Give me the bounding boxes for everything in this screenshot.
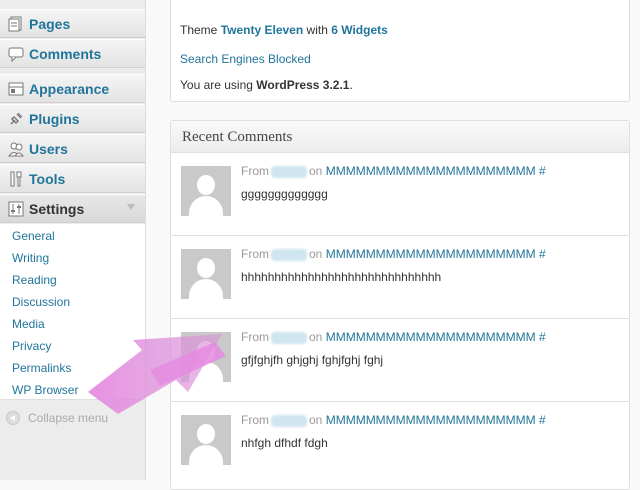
from-label: From xyxy=(241,247,269,261)
blurred-author xyxy=(271,414,307,427)
comment-item: From on MMMMMMMMMMMMMMMMMMMMM # ggggggggg… xyxy=(171,153,629,236)
submenu-item-general[interactable]: General xyxy=(12,229,55,243)
version-suffix: . xyxy=(349,78,353,92)
post-link[interactable]: MMMMMMMMMMMMMMMMMMMMM # xyxy=(326,413,546,427)
submenu-item-discussion[interactable]: Discussion xyxy=(12,295,70,309)
avatar xyxy=(181,166,231,216)
avatar xyxy=(181,415,231,465)
submenu-item-permalinks[interactable]: Permalinks xyxy=(12,361,71,375)
appearance-icon xyxy=(7,80,25,98)
version-line: You are using WordPress 3.2.1. xyxy=(180,78,353,92)
collapse-arrow-icon xyxy=(6,411,20,425)
menu-item-label: Settings xyxy=(29,200,85,217)
menu-item-label: Users xyxy=(29,140,68,157)
from-label: From xyxy=(241,413,269,427)
pages-icon xyxy=(7,15,25,33)
comments-icon xyxy=(7,45,25,63)
comment-text: nhfgh dfhdf fdgh xyxy=(241,436,328,450)
theme-prefix: Theme xyxy=(180,23,218,37)
menu-item-plugins[interactable]: Plugins xyxy=(0,104,145,133)
admin-sidebar: Pages Comments Appearance Plugins Users … xyxy=(0,0,146,480)
avatar xyxy=(181,332,231,382)
comment-item: From on MMMMMMMMMMMMMMMMMMMMM # gfjfghjfh… xyxy=(171,319,629,402)
blurred-author xyxy=(271,248,307,261)
menu-item-appearance[interactable]: Appearance xyxy=(0,74,145,103)
menu-item-pages[interactable]: Pages xyxy=(0,9,145,38)
submenu-item-writing[interactable]: Writing xyxy=(12,251,49,265)
post-link[interactable]: MMMMMMMMMMMMMMMMMMMMM # xyxy=(326,330,546,344)
comment-text: ggggggggggggg xyxy=(241,187,328,201)
menu-item-label: Plugins xyxy=(29,110,80,127)
from-label: From xyxy=(241,164,269,178)
comment-meta: From on MMMMMMMMMMMMMMMMMMMMM # xyxy=(241,164,546,178)
menu-item-label: Tools xyxy=(29,170,66,187)
comment-text: hhhhhhhhhhhhhhhhhhhhhhhhhhhhhh xyxy=(241,270,442,284)
on-label: on xyxy=(309,247,323,261)
right-now-widget: Theme Twenty Eleven with 6 Widgets Searc… xyxy=(170,0,630,102)
version-prefix: You are using xyxy=(180,78,253,92)
submenu-item-media[interactable]: Media xyxy=(12,317,45,331)
comment-meta: From on MMMMMMMMMMMMMMMMMMMMM # xyxy=(241,413,546,427)
menu-item-settings[interactable]: Settings xyxy=(0,194,145,223)
recent-comments-widget: Recent Comments From on MMMMMMMMMMMMMMMMM… xyxy=(170,120,630,490)
submenu-item-reading[interactable]: Reading xyxy=(12,273,57,287)
collapse-menu-label: Collapse menu xyxy=(28,411,109,425)
on-label: on xyxy=(309,413,323,427)
comment-item: From on MMMMMMMMMMMMMMMMMMMMM # nhfgh dfh… xyxy=(171,402,629,485)
theme-line: Theme Twenty Eleven with 6 Widgets xyxy=(180,23,388,37)
comment-meta: From on MMMMMMMMMMMMMMMMMMMMM # xyxy=(241,247,546,261)
theme-link[interactable]: Twenty Eleven xyxy=(221,23,303,37)
submenu-item-privacy[interactable]: Privacy xyxy=(12,339,51,353)
settings-icon xyxy=(7,200,25,218)
on-label: on xyxy=(309,164,323,178)
settings-submenu: General Writing Reading Discussion Media… xyxy=(0,224,145,400)
post-link[interactable]: MMMMMMMMMMMMMMMMMMMMM # xyxy=(326,164,546,178)
menu-item-comments[interactable]: Comments xyxy=(0,39,145,68)
avatar xyxy=(181,249,231,299)
submenu-item-wp-browser[interactable]: WP Browser xyxy=(12,383,78,397)
dashboard-main: Theme Twenty Eleven with 6 Widgets Searc… xyxy=(146,0,640,490)
plugins-icon xyxy=(7,110,25,128)
blurred-author xyxy=(271,165,307,178)
collapse-menu-button[interactable]: Collapse menu xyxy=(6,411,108,425)
menu-item-label: Appearance xyxy=(29,80,110,97)
with-text: with xyxy=(306,23,328,37)
menu-item-tools[interactable]: Tools xyxy=(0,164,145,193)
menu-item-label: Pages xyxy=(29,15,71,32)
search-engines-blocked-link[interactable]: Search Engines Blocked xyxy=(180,52,311,66)
comment-item: From on MMMMMMMMMMMMMMMMMMMMM # hhhhhhhhh… xyxy=(171,236,629,319)
from-label: From xyxy=(241,330,269,344)
tools-icon xyxy=(7,170,25,188)
wordpress-version: WordPress 3.2.1 xyxy=(256,78,350,92)
on-label: on xyxy=(309,330,323,344)
menu-item-label: Comments xyxy=(29,45,102,62)
comment-text: gfjfghjfh ghjghj fghjfghj fghj xyxy=(241,353,384,367)
post-link[interactable]: MMMMMMMMMMMMMMMMMMMMM # xyxy=(326,247,546,261)
chevron-down-icon[interactable] xyxy=(127,204,135,210)
users-icon xyxy=(7,140,25,158)
widget-title[interactable]: Recent Comments xyxy=(171,121,629,153)
blurred-author xyxy=(271,331,307,344)
menu-item-users[interactable]: Users xyxy=(0,134,145,163)
widgets-link[interactable]: 6 Widgets xyxy=(331,23,388,37)
comment-meta: From on MMMMMMMMMMMMMMMMMMMMM # xyxy=(241,330,546,344)
